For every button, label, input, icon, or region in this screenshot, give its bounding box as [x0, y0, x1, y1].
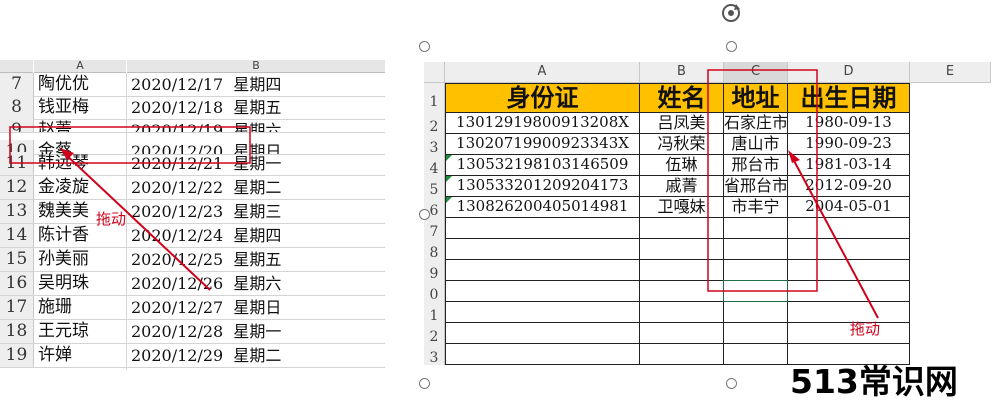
empty-cell[interactable] — [445, 217, 640, 239]
empty-cell[interactable] — [445, 259, 640, 281]
row-number[interactable]: 3 — [424, 134, 445, 156]
row-number[interactable]: 4 — [424, 155, 445, 177]
arrow-head — [788, 150, 800, 163]
name-cell[interactable]: 王元琼 — [38, 320, 126, 343]
cell-id[interactable]: 13020719900923343X — [445, 133, 640, 155]
drag-arrow — [62, 151, 211, 291]
row-number[interactable]: 0 — [424, 281, 445, 303]
drag-arrow — [791, 156, 879, 319]
date-cell[interactable]: 2020/12/28 星期一 — [131, 320, 381, 343]
weekday-text: 星期二 — [233, 346, 282, 365]
watermark: 513常识网 — [790, 362, 958, 401]
empty-cell[interactable] — [445, 343, 640, 365]
drag-label-left: 拖动 — [96, 210, 127, 228]
empty-cell[interactable] — [639, 343, 724, 365]
row-number[interactable]: 9 — [424, 260, 445, 282]
error-indicator-icon — [446, 155, 452, 161]
row-number[interactable]: 7 — [424, 218, 445, 240]
date-text: 2020/12/28 — [131, 322, 224, 341]
col-header-a[interactable]: A — [445, 62, 640, 83]
drag-label-right: 拖动 — [850, 320, 881, 338]
selection-box — [707, 69, 818, 292]
empty-cell[interactable] — [445, 322, 640, 344]
cell-id[interactable]: 13012919800913208X — [445, 112, 640, 134]
arrow-head — [60, 148, 74, 160]
row-number[interactable]: 8 — [424, 239, 445, 261]
weekday-text: 星期一 — [233, 322, 282, 341]
row-number[interactable]: 1 — [424, 83, 445, 113]
selection-box — [9, 126, 251, 164]
error-indicator-icon — [446, 197, 452, 203]
weekday-text: 星期日 — [233, 298, 282, 317]
cell-id[interactable]: 130532198103146509 — [445, 154, 640, 176]
row-number[interactable]: 18 — [0, 320, 34, 343]
row-number[interactable]: 2 — [424, 113, 445, 135]
row-number[interactable]: 3 — [424, 344, 445, 366]
name-cell[interactable]: 许婵 — [38, 344, 126, 367]
resize-handle[interactable] — [419, 378, 430, 389]
error-indicator-icon — [446, 176, 452, 182]
empty-cell[interactable] — [445, 301, 640, 323]
rotate-handle-icon[interactable] — [720, 2, 742, 24]
cell-id[interactable]: 130533201209204173 — [445, 175, 640, 197]
date-text: 2020/12/29 — [131, 346, 224, 365]
table-row: 18 王元琼 2020/12/28 星期一 — [0, 320, 385, 344]
left-annotation-layer — [9, 126, 251, 291]
empty-cell[interactable] — [723, 343, 788, 365]
resize-handle[interactable] — [726, 41, 737, 52]
empty-cell[interactable] — [445, 280, 640, 302]
resize-handle[interactable] — [726, 378, 737, 389]
empty-cell[interactable] — [445, 238, 640, 260]
date-cell[interactable]: 2020/12/29 星期二 — [131, 344, 381, 367]
right-annotation-layer — [707, 69, 879, 319]
row-number[interactable]: 5 — [424, 176, 445, 198]
date-text: 2020/12/27 — [131, 298, 224, 317]
cell-id[interactable]: 130826200405014981 — [445, 196, 640, 218]
row-number[interactable]: 2 — [424, 323, 445, 345]
resize-handle[interactable] — [419, 209, 430, 220]
table-row: 19 许婵 2020/12/29 星期二 — [0, 344, 385, 368]
col-header-e[interactable]: E — [910, 62, 991, 83]
row-number[interactable]: 19 — [0, 344, 34, 367]
table-header-id[interactable]: 身份证 — [445, 83, 640, 113]
resize-handle[interactable] — [419, 41, 430, 52]
row-number[interactable]: 1 — [424, 302, 445, 324]
corner-header[interactable] — [424, 62, 445, 83]
